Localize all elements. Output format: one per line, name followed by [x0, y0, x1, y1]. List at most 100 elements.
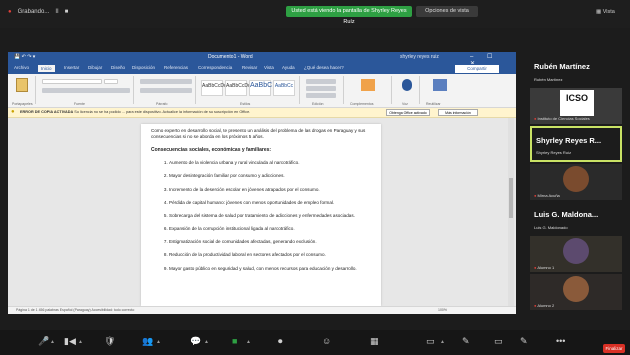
intro-paragraph: Como experto en desarrollo social, te pr…: [151, 128, 366, 140]
whiteboards-icon[interactable]: ▭: [426, 336, 435, 347]
participant-video: [563, 276, 589, 302]
more-info-button[interactable]: Más información: [438, 109, 478, 116]
style-heading2[interactable]: AaBbCc: [273, 80, 295, 96]
audio-icon[interactable]: 🎤: [38, 336, 49, 347]
participant-video: [563, 166, 589, 192]
ribbon-tabs: Archivo Inicio Insertar Dibujar Diseño D…: [8, 64, 516, 74]
tab-referencias[interactable]: Referencias: [164, 65, 188, 70]
section-heading: Consecuencias sociales, económicas y fam…: [151, 147, 272, 154]
paste-icon[interactable]: [16, 78, 28, 92]
tell-me-search[interactable]: ¿Qué desea hacer?: [304, 65, 344, 70]
addins-icon[interactable]: [361, 79, 375, 91]
view-button[interactable]: ▦ Vista: [596, 9, 615, 15]
activate-office-button[interactable]: Obtenga Office activado: [386, 109, 430, 116]
tab-inicio[interactable]: Inicio: [38, 65, 55, 72]
participants-icon[interactable]: 👥: [142, 336, 153, 347]
view-options-button[interactable]: Opciones de vista: [416, 6, 478, 17]
warning-icon: ●: [11, 109, 15, 115]
editing-group: Edición: [302, 76, 344, 106]
tab-revisar[interactable]: Revisar: [242, 65, 257, 70]
select-button[interactable]: [306, 93, 336, 98]
record-icon[interactable]: ⏺: [278, 336, 283, 347]
style-no-spacing[interactable]: AaBbCcDd: [225, 80, 251, 96]
participant-tile[interactable]: ● Alumno 1: [530, 236, 622, 272]
font-group: Fuente: [38, 76, 134, 106]
participant-label-row: Luis G. Maldonado: [530, 224, 622, 234]
mic-muted-icon: ●: [534, 116, 537, 121]
participant-video: [563, 238, 589, 264]
tab-vista[interactable]: Vista: [264, 65, 274, 70]
more-icon[interactable]: •••: [556, 336, 565, 346]
reactions-icon[interactable]: ☺: [322, 336, 331, 346]
chat-icon[interactable]: 💬: [190, 336, 201, 347]
word-title-bar: 💾 ↶ ↷ ▾ Documento1 - Word shyrley reyes …: [8, 52, 516, 67]
reuse-files-icon[interactable]: [433, 79, 447, 91]
captions-icon[interactable]: ▭: [494, 336, 503, 347]
find-button[interactable]: [306, 79, 336, 84]
active-speaker-tile[interactable]: Shyrley Reyes R... Shyrley Reyes Ruíz: [530, 126, 622, 162]
recording-indicator[interactable]: ● Grabando... II ■: [8, 9, 68, 15]
font-size-select[interactable]: [104, 79, 118, 84]
list-item: Expansión de la corrupción institucional…: [169, 226, 373, 232]
clipboard-group: Portapapeles: [10, 76, 36, 106]
tab-diseno[interactable]: Diseño: [111, 65, 125, 70]
security-icon[interactable]: 🛡: [104, 336, 115, 347]
participant-tile[interactable]: Rubén Martínez: [530, 54, 622, 76]
paragraph-group: Párrafo: [136, 76, 196, 106]
zoom-level[interactable]: 100%: [438, 308, 447, 312]
style-heading1[interactable]: AaBbC: [249, 80, 272, 96]
participant-tile[interactable]: ICSO ● Instituto de Ciencias Sociales: [530, 88, 622, 124]
icso-logo: ICSO: [560, 90, 594, 116]
stop-icon[interactable]: ■: [65, 9, 69, 15]
list-item: Estigmatización social de comunidades af…: [169, 239, 373, 245]
message-text: ERROR DE COPIA ACTIVADA Su licencia no s…: [20, 110, 251, 114]
notes-icon[interactable]: ✎: [462, 336, 470, 347]
participant-label-row: Rubén Martínez: [530, 76, 622, 86]
consequences-list: Aumento de la violencia urbana y rural v…: [151, 160, 373, 272]
list-item: Mayor desintegración familiar por consum…: [169, 173, 373, 179]
vertical-scrollbar[interactable]: [508, 118, 514, 306]
list-item: Aumento de la violencia urbana y rural v…: [169, 160, 373, 166]
styles-group: AaBbCcDd AaBbCcDd AaBbC AaBbCc Estilos: [198, 76, 300, 106]
participant-tile[interactable]: ● Alumno 2: [530, 274, 622, 310]
tab-dibujar[interactable]: Dibujar: [88, 65, 102, 70]
tab-archivo[interactable]: Archivo: [14, 65, 29, 70]
status-bar: Página 1 de 1 456 palabras Español (Para…: [8, 306, 516, 314]
style-normal[interactable]: AaBbCcDd: [201, 80, 227, 96]
tab-ayuda[interactable]: Ayuda: [282, 65, 295, 70]
document-body[interactable]: Como experto en desarrollo social, te pr…: [151, 128, 373, 279]
participants-panel: Rubén Martínez Rubén Martínez ICSO ● Ins…: [530, 52, 622, 314]
font-format-buttons[interactable]: [42, 88, 130, 93]
participant-name: Rubén Martínez: [534, 62, 590, 71]
reuse-group: Reutilizar: [422, 76, 458, 106]
dictate-icon[interactable]: [402, 79, 412, 91]
recording-text: Grabando...: [17, 9, 50, 15]
share-screen-icon[interactable]: ■: [232, 336, 237, 346]
pause-icon[interactable]: II: [55, 9, 58, 15]
document-page[interactable]: Como experto en desarrollo social, te pr…: [141, 124, 381, 306]
participant-tile[interactable]: Luis G. Maldona...: [530, 202, 622, 224]
list-buttons[interactable]: [140, 79, 192, 84]
tab-correspondencia[interactable]: Correspondencia: [198, 65, 232, 70]
share-button[interactable]: Compartir: [455, 65, 499, 73]
mic-muted-icon: ●: [534, 193, 537, 198]
annotate-icon[interactable]: ✎: [520, 336, 528, 347]
quick-access-icons[interactable]: 💾 ↶ ↷ ▾: [14, 54, 35, 60]
tab-disposicion[interactable]: Disposición: [132, 65, 155, 70]
replace-button[interactable]: [306, 86, 336, 91]
list-item: Mayor gasto público en seguridad y salud…: [169, 266, 373, 272]
tab-insertar[interactable]: Insertar: [64, 65, 79, 70]
screen-share-banner: Usted está viendo la pantalla de Shyrley…: [286, 6, 412, 25]
end-meeting-button[interactable]: Finalizar: [603, 344, 625, 353]
addins-group: Complementos: [346, 76, 392, 106]
ribbon-home: Portapapeles Fuente Párrafo AaBbCcDd AaB…: [8, 74, 516, 108]
zoom-window: ● Grabando... II ■ Usted está viendo la …: [0, 0, 630, 355]
participant-name: Luis G. Maldona...: [534, 210, 599, 219]
apps-icon[interactable]: ▦: [370, 336, 379, 347]
video-icon[interactable]: ▮◀: [64, 336, 76, 347]
font-name-select[interactable]: [42, 79, 102, 84]
list-item: Pérdida de capital humano: jóvenes con m…: [169, 200, 373, 206]
message-bar: ● ERROR DE COPIA ACTIVADA Su licencia no…: [8, 108, 516, 118]
participant-tile[interactable]: ● Mirna Acuña: [530, 164, 622, 200]
align-buttons[interactable]: [140, 88, 192, 93]
